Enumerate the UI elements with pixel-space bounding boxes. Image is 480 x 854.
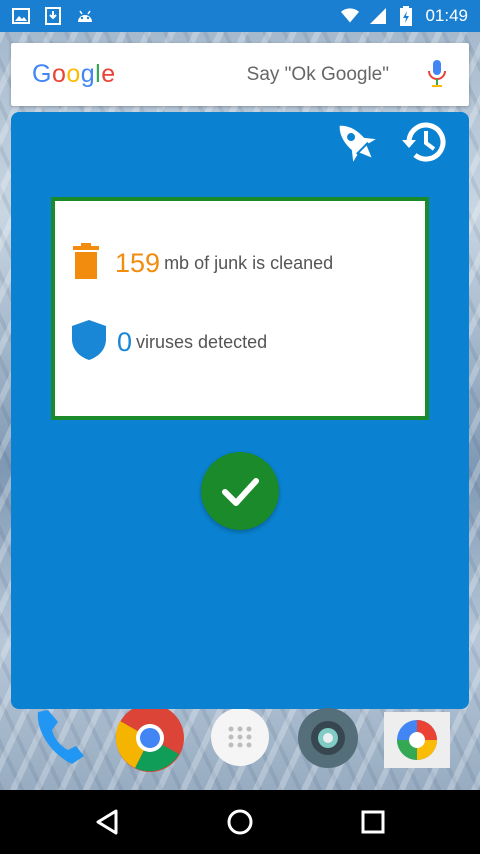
history-icon[interactable] — [399, 116, 451, 168]
virus-row: 0 viruses detected — [71, 319, 267, 366]
signal-icon — [369, 7, 387, 25]
wifi-icon — [341, 7, 360, 25]
android-icon — [76, 7, 94, 25]
virus-label: viruses detected — [136, 332, 268, 352]
junk-label: mb of junk is cleaned — [164, 253, 334, 273]
checkmark-icon — [222, 478, 259, 506]
rocket-icon[interactable] — [330, 116, 382, 168]
chrome-icon[interactable] — [115, 707, 185, 777]
scan-result-card: 159 mb of junk is cleaned 0 viruses dete… — [51, 197, 429, 420]
home-dock — [0, 707, 480, 789]
trash-icon — [71, 243, 101, 284]
clock: 01:49 — [425, 6, 468, 25]
google-search-bar[interactable]: Google Say "Ok Google" — [11, 43, 469, 106]
virus-count: 0 — [117, 327, 133, 357]
navigation-bar — [0, 790, 480, 854]
search-hint: Say "Ok Google" — [246, 63, 389, 85]
home-icon[interactable] — [220, 802, 260, 842]
recents-icon[interactable] — [353, 802, 393, 842]
battery-charging-icon — [397, 6, 415, 26]
settings-icon[interactable] — [293, 703, 363, 773]
status-bar: 01:49 — [0, 0, 480, 32]
image-icon — [12, 7, 30, 25]
google-logo: Google — [32, 60, 116, 88]
done-check-button[interactable] — [201, 452, 279, 530]
shield-icon — [71, 319, 107, 366]
phone-icon[interactable] — [28, 705, 98, 775]
back-icon[interactable] — [87, 802, 127, 842]
junk-amount: 159 — [115, 248, 161, 278]
app-drawer-icon[interactable] — [205, 707, 275, 777]
mic-icon[interactable] — [427, 59, 447, 94]
download-icon — [44, 7, 62, 25]
junk-row: 159 mb of junk is cleaned — [71, 243, 333, 284]
photos-icon[interactable] — [382, 705, 452, 775]
